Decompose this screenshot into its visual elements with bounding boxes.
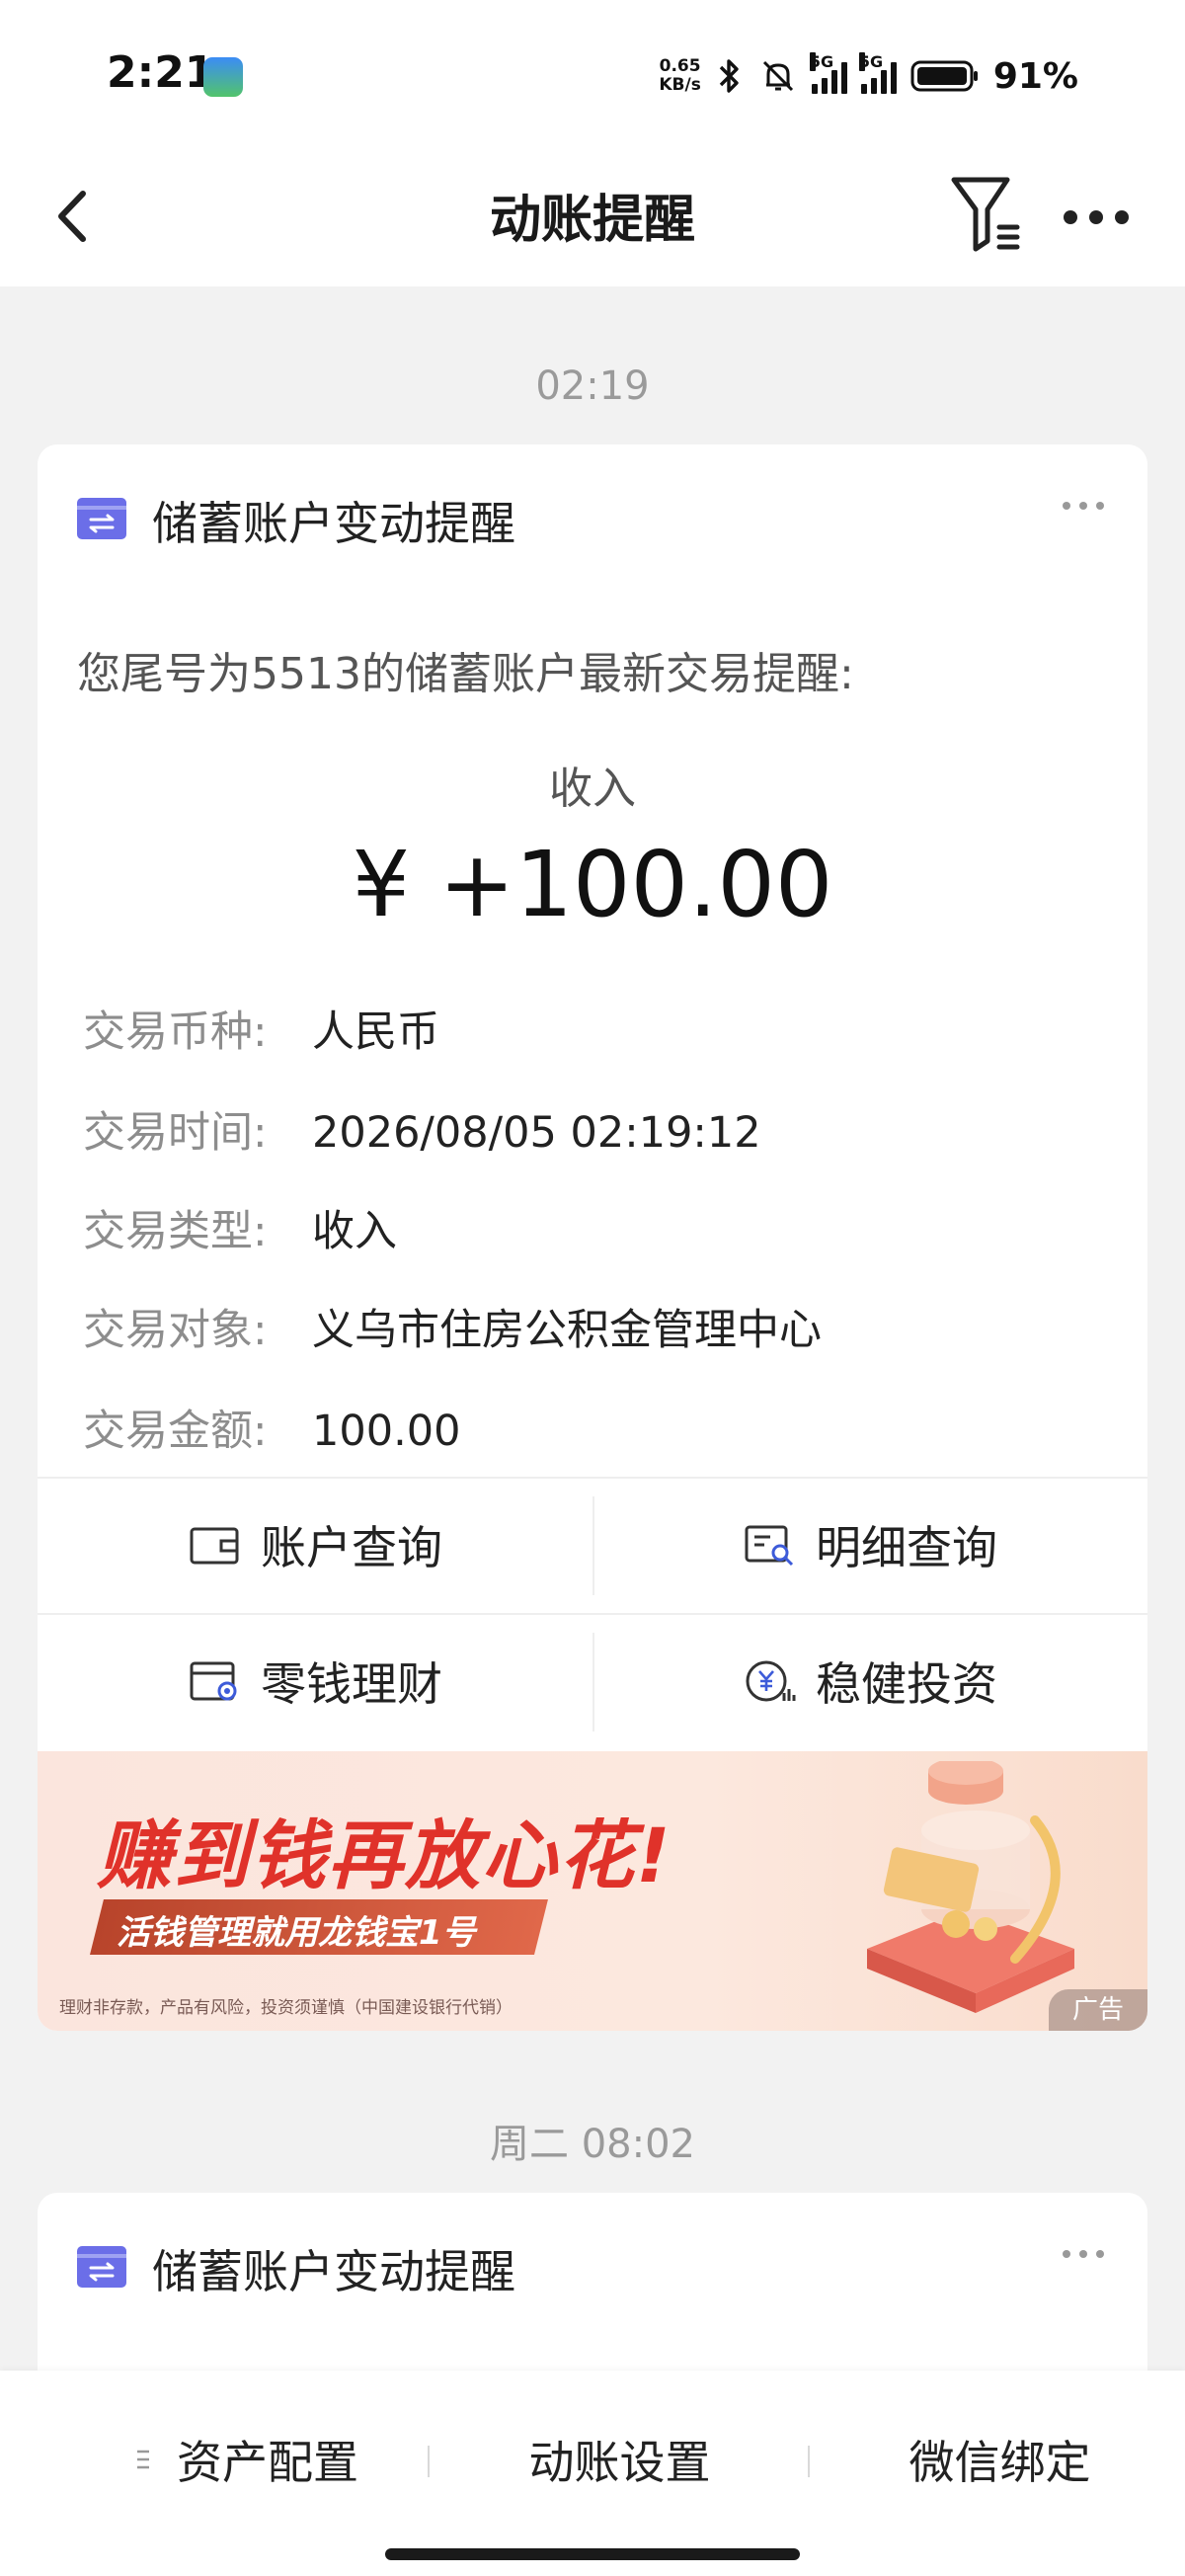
bluetooth-icon — [719, 59, 739, 93]
card-title: 储蓄账户变动提醒 — [152, 2245, 515, 2298]
bottom-bar-label: 微信绑定 — [908, 2436, 1091, 2489]
account-query-button[interactable]: 账户查询 — [38, 1477, 592, 1613]
bottom-bar-label: 资产配置 — [177, 2436, 358, 2489]
bottom-bar-label: 动账设置 — [528, 2436, 711, 2489]
transaction-type-heading: 收入 — [549, 764, 636, 814]
action-label: 账户查询 — [261, 1521, 442, 1574]
ad-tag: 广告 — [1049, 1989, 1147, 2031]
wallet-icon — [190, 1527, 239, 1565]
detail-label: 交易金额: — [83, 1407, 268, 1456]
detail-row-time: 交易时间: 2026/08/05 02:19:12 — [83, 1098, 761, 1160]
detail-value: 收入 — [312, 1207, 397, 1256]
app-notification-icon — [203, 57, 243, 97]
card-more-button[interactable] — [1059, 496, 1108, 516]
card-header: 储蓄账户变动提醒 — [38, 2193, 1147, 2341]
ad-subline: 活钱管理就用龙钱宝1号 — [117, 1913, 476, 1953]
yuan-investment-icon — [746, 1660, 796, 1702]
battery-icon — [910, 60, 978, 92]
action-label: 稳健投资 — [816, 1657, 997, 1711]
detail-label: 交易时间: — [83, 1108, 268, 1158]
divider — [428, 2446, 430, 2477]
detail-row-counterparty: 交易对象: 义乌市住房公积金管理中心 — [83, 1296, 822, 1357]
card-more-button[interactable] — [1059, 2244, 1108, 2264]
ad-banner[interactable]: 赚到钱再放心花! 活钱管理就用龙钱宝1号 理财非存款，产品有风险，投资须谨慎（中… — [38, 1751, 1147, 2031]
transaction-intro: 您尾号为5513的储蓄账户最新交易提醒: — [77, 649, 854, 699]
signal-strength-1-icon: 5G — [809, 52, 847, 94]
asset-allocation-button[interactable]: 资产配置 — [89, 2420, 405, 2499]
signal-strength-2-icon: 5G — [858, 52, 897, 94]
detail-row-type: 交易类型: 收入 — [83, 1197, 397, 1258]
battery-percent: 91% — [992, 55, 1078, 97]
account-alert-settings-button[interactable]: 动账设置 — [454, 2420, 785, 2499]
account-transfer-icon — [77, 2246, 126, 2288]
detail-label: 交易对象: — [83, 1306, 268, 1355]
card-title: 储蓄账户变动提醒 — [152, 497, 515, 550]
wechat-binding-button[interactable]: 微信绑定 — [834, 2420, 1165, 2499]
detail-value: 人民币 — [312, 1007, 439, 1057]
status-time: 2:21 — [107, 47, 215, 98]
filter-icon[interactable] — [948, 170, 1027, 259]
card-header: 储蓄账户变动提醒 — [38, 444, 1147, 593]
detail-search-icon — [745, 1525, 794, 1567]
stable-investment-button[interactable]: 稳健投资 — [592, 1613, 1147, 1749]
detail-label: 交易币种: — [83, 1007, 268, 1057]
bottom-bar: 资产配置 动账设置 微信绑定 — [0, 2371, 1185, 2576]
card-actions: 账户查询 明细查询 零钱理财 稳健投资 — [38, 1477, 1147, 1751]
detail-label: 交易类型: — [83, 1207, 268, 1256]
more-options-button[interactable] — [1057, 188, 1136, 247]
change-finance-button[interactable]: 零钱理财 — [38, 1613, 592, 1749]
network-speed: 0.65 KB/s — [659, 56, 701, 95]
message-time-label: 02:19 — [535, 363, 650, 409]
action-label: 明细查询 — [816, 1521, 997, 1574]
account-transfer-icon — [77, 498, 126, 539]
detail-row-currency: 交易币种: 人民币 — [83, 998, 439, 1059]
ad-headline: 赚到钱再放心花! — [97, 1811, 672, 1899]
detail-query-button[interactable]: 明细查询 — [592, 1477, 1147, 1613]
detail-value: 2026/08/05 02:19:12 — [312, 1108, 761, 1158]
back-button[interactable] — [43, 182, 103, 251]
detail-value: 100.00 — [312, 1407, 461, 1456]
status-icons: 0.65 KB/s 5G 5G 91% — [659, 51, 1078, 101]
mute-bell-icon — [762, 60, 793, 92]
action-label: 零钱理财 — [261, 1657, 442, 1711]
coin-stack-illustration — [867, 1761, 1074, 2013]
home-indicator[interactable] — [385, 2548, 800, 2560]
navigation-bar: 动账提醒 — [0, 148, 1185, 286]
divider — [808, 2446, 810, 2477]
ad-disclaimer: 理财非存款，产品有风险，投资须谨慎（中国建设银行代销） — [59, 1998, 513, 2018]
wallet-finance-icon — [190, 1661, 237, 1701]
detail-value: 义乌市住房公积金管理中心 — [312, 1306, 822, 1355]
transaction-amount: ¥ +100.00 — [352, 832, 833, 937]
screen: 2:21 0.65 KB/s 5G 5G 91% 动账提醒 02:19 储蓄账户… — [0, 0, 1185, 2576]
detail-row-amount: 交易金额: 100.00 — [83, 1397, 460, 1458]
message-time-label: 周二 08:02 — [490, 2122, 695, 2167]
status-bar: 2:21 0.65 KB/s 5G 5G 91% — [0, 0, 1185, 148]
menu-icon — [137, 2450, 149, 2469]
